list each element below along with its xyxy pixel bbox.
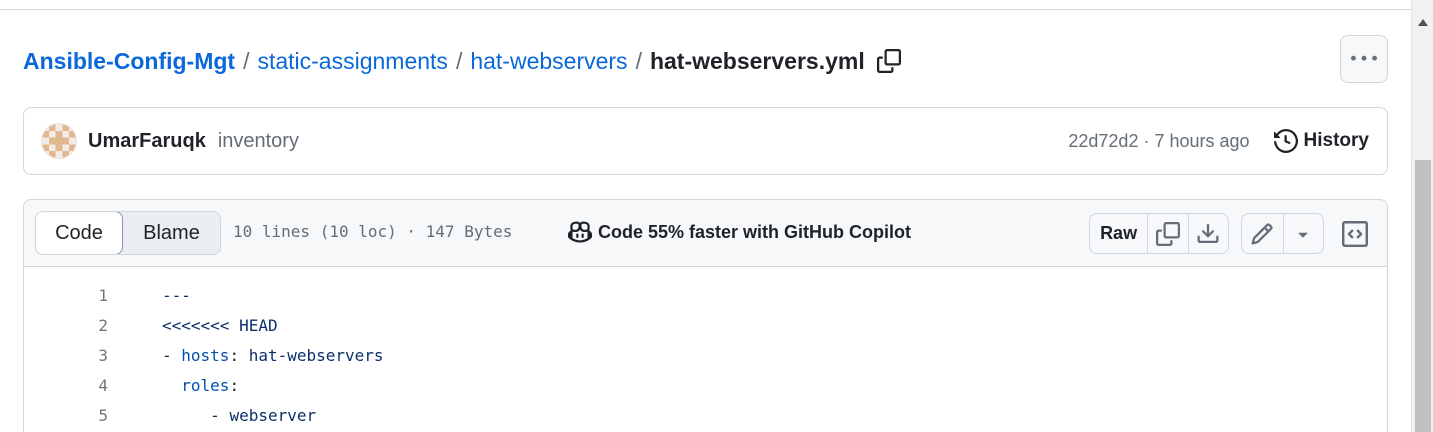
edit-dropdown-button[interactable] <box>1284 214 1323 253</box>
copilot-icon <box>568 221 592 243</box>
history-icon <box>1273 129 1298 153</box>
pencil-icon <box>1251 222 1274 245</box>
copy-path-button[interactable] <box>876 49 901 73</box>
code-key-token: roles <box>181 375 230 395</box>
code-token: - <box>162 345 182 365</box>
download-button[interactable] <box>1189 214 1228 253</box>
code-line: 5 - webserver <box>24 400 1387 430</box>
code-token: <<<<<<< HEAD <box>162 315 278 335</box>
copilot-label: Code 55% faster with GitHub Copilot <box>598 221 912 242</box>
breadcrumb-separator: / <box>635 47 642 74</box>
code-token: : <box>229 375 240 395</box>
copilot-promo-link[interactable]: Code 55% faster with GitHub Copilot <box>568 220 911 244</box>
line-number[interactable]: 2 <box>24 316 108 335</box>
commit-sha-and-time[interactable]: 22d72d2 · 7 hours ago <box>1068 131 1249 152</box>
code-text: - webserver <box>162 406 316 425</box>
code-text: - hosts: hat-webservers <box>162 346 384 365</box>
download-icon <box>1197 223 1219 243</box>
more-options-button[interactable] <box>1340 35 1388 83</box>
code-line: 2 <<<<<<< HEAD <box>24 310 1387 340</box>
breadcrumb-current-file: hat-webservers.yml <box>649 47 865 74</box>
breadcrumb-dir-link[interactable]: hat-webservers <box>470 48 627 75</box>
line-number[interactable]: 1 <box>24 286 108 305</box>
raw-button[interactable]: Raw <box>1090 214 1149 253</box>
code-token: : <box>229 345 249 365</box>
commit-right-group: 22d72d2 · 7 hours ago History <box>1068 129 1369 153</box>
code-text: roles: <box>162 376 239 395</box>
code-token: --- <box>162 285 191 305</box>
copy-icon <box>1155 221 1180 246</box>
breadcrumb-separator: / <box>243 47 250 74</box>
edit-actions-group <box>1241 213 1324 254</box>
code-text: --- <box>162 286 191 305</box>
top-divider <box>0 9 1411 10</box>
code-text: <<<<<<< HEAD <box>162 316 278 335</box>
code-line: 1 --- <box>24 280 1387 310</box>
copy-icon <box>876 49 901 73</box>
code-token: - <box>162 405 230 425</box>
kebab-horizontal-icon <box>1351 55 1377 61</box>
line-number[interactable]: 4 <box>24 376 108 395</box>
file-info: 10 lines (10 loc) · 147 Bytes <box>233 222 513 241</box>
line-number[interactable]: 3 <box>24 346 108 365</box>
code-token: hat-webservers <box>248 345 384 365</box>
code-key-token: hosts <box>181 345 230 365</box>
scroll-up-arrow[interactable] <box>1418 19 1428 26</box>
triangle-down-icon <box>1298 232 1309 238</box>
avatar[interactable] <box>42 124 76 158</box>
latest-commit-box: UmarFaruqk inventory 22d72d2 · 7 hours a… <box>23 107 1388 175</box>
symbols-panel-button[interactable] <box>1335 213 1375 254</box>
commit-author-link[interactable]: UmarFaruqk <box>88 130 206 153</box>
code-line: 4 roles: <box>24 370 1387 400</box>
edit-file-button[interactable] <box>1242 214 1284 253</box>
scroll-thumb[interactable] <box>1415 160 1431 432</box>
breadcrumb-repo-link[interactable]: Ansible-Config-Mgt <box>23 48 235 75</box>
code-line: 3 - hosts: hat-webservers <box>24 340 1387 370</box>
breadcrumb-separator: / <box>455 47 463 74</box>
code-token: webserver <box>229 405 317 425</box>
page-scrollbar[interactable] <box>1411 0 1433 432</box>
view-mode-toggle: Code Blame <box>35 211 221 255</box>
code-view: 1 --- 2 <<<<<<< HEAD 3 - hosts: hat-webserver… <box>23 267 1388 432</box>
commit-message-link[interactable]: inventory <box>218 130 299 153</box>
tab-blame[interactable]: Blame <box>123 212 220 254</box>
tab-code[interactable]: Code <box>36 212 123 254</box>
file-actions-group: Raw <box>1089 213 1229 254</box>
breadcrumb: Ansible-Config-Mgt / static-assignments … <box>23 44 901 78</box>
breadcrumb-dir-link[interactable]: static-assignments <box>257 48 447 75</box>
file-header: Code Blame 10 lines (10 loc) · 147 Bytes… <box>23 199 1388 267</box>
code-square-icon <box>1342 220 1368 247</box>
history-label: History <box>1303 130 1369 151</box>
copy-raw-button[interactable] <box>1148 214 1189 253</box>
line-number[interactable]: 5 <box>24 406 108 425</box>
history-button[interactable]: History <box>1273 129 1369 153</box>
